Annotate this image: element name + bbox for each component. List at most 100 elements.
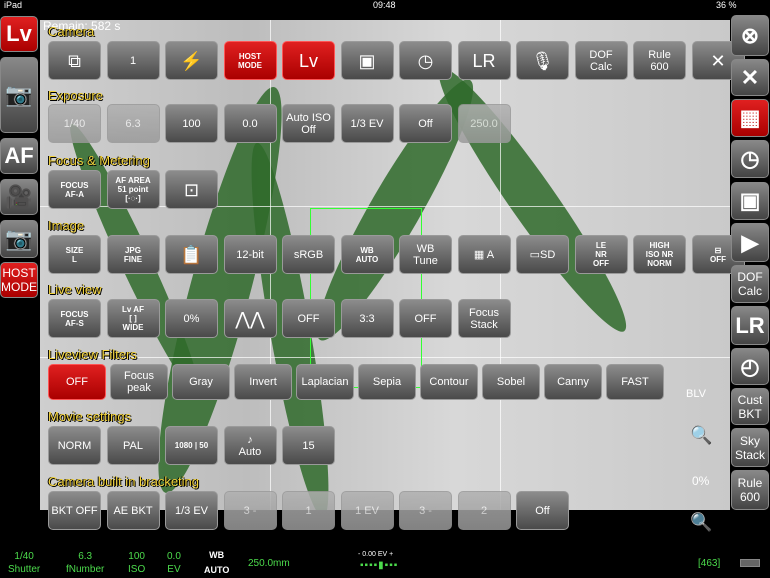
- close-side-button[interactable]: ⊗: [731, 15, 769, 56]
- zoom-percent-button[interactable]: 0%: [165, 299, 218, 338]
- button-label: OFF: [66, 376, 88, 388]
- lv-side-button[interactable]: Lv: [0, 16, 38, 52]
- gallery-button[interactable]: ▣: [340, 41, 394, 80]
- af-side-button[interactable]: AF: [0, 138, 38, 174]
- movie-side-button[interactable]: 🎥: [0, 179, 38, 215]
- color-space-button[interactable]: sRGB: [282, 235, 335, 274]
- movie-15-button[interactable]: 15: [282, 426, 335, 465]
- tools-side-button[interactable]: ✕: [731, 59, 769, 96]
- image-side-button[interactable]: ▣: [731, 182, 769, 220]
- bkt-1ev-button[interactable]: 1 EV: [340, 491, 394, 530]
- wb-button[interactable]: WB AUTO: [340, 235, 394, 274]
- host-mode-side-button[interactable]: HOST MODE: [0, 262, 38, 298]
- filter-fast-button[interactable]: FAST: [606, 364, 664, 400]
- play-side-button[interactable]: ▶: [731, 223, 769, 262]
- timer-side-button[interactable]: ◷: [731, 140, 769, 178]
- filter-gray-button[interactable]: Gray: [172, 364, 230, 400]
- timer2-side-button[interactable]: ◴: [731, 348, 769, 385]
- clipboard-icon: 📋: [180, 244, 203, 265]
- af-area-button[interactable]: AF AREA 51 point [·◌·]: [106, 170, 160, 209]
- lrtimelapse-button[interactable]: LR: [457, 41, 511, 80]
- filter-sobel-button[interactable]: Sobel: [482, 364, 540, 400]
- iso-button[interactable]: 100: [165, 104, 218, 143]
- grid-button[interactable]: 3:3: [340, 299, 394, 338]
- bkt-2-button[interactable]: 2: [457, 491, 511, 530]
- button-label: BKT OFF: [51, 504, 98, 517]
- bkt-3-button-2[interactable]: 3 -: [399, 491, 452, 530]
- filter-invert-button[interactable]: Invert: [234, 364, 292, 400]
- burst-button[interactable]: ⧉: [48, 41, 101, 80]
- section-label: Camera: [48, 24, 95, 39]
- button-label: 1: [129, 54, 137, 67]
- filter-laplacian-button[interactable]: Laplacian: [296, 364, 354, 400]
- rule600-side-button[interactable]: Rule 600: [731, 470, 769, 510]
- bkt-step-button[interactable]: 1/3 EV: [165, 491, 218, 530]
- focus-stack-button[interactable]: Focus Stack: [457, 299, 511, 338]
- focal-length-button[interactable]: 250.0: [457, 104, 511, 143]
- microphone-button[interactable]: 🎙: [516, 41, 569, 80]
- button-label: Rule 600: [648, 48, 671, 73]
- filter-contour-button[interactable]: Contour: [420, 364, 478, 400]
- filter-off-button[interactable]: OFF: [48, 364, 106, 400]
- bkt-3-button-1[interactable]: 3 -: [223, 491, 277, 530]
- count-button[interactable]: 1: [106, 41, 160, 80]
- ae-bkt-button[interactable]: AE BKT: [106, 491, 160, 530]
- metering-button[interactable]: ⊡: [165, 170, 218, 209]
- button-label: 15: [302, 439, 315, 452]
- lr-side-button[interactable]: LR: [731, 306, 769, 345]
- bkt-1-button[interactable]: 1: [282, 491, 335, 530]
- liveview-button[interactable]: Lv: [282, 41, 335, 80]
- exposure-off-button[interactable]: Off: [399, 104, 452, 143]
- lv-off-button-1[interactable]: OFF: [282, 299, 335, 338]
- dof-calc-button[interactable]: DOF Calc: [574, 41, 628, 80]
- camera2-side-button[interactable]: 📷: [0, 220, 38, 258]
- cust-bkt-side-button[interactable]: Cust BKT: [731, 388, 769, 425]
- button-label: NORM: [57, 439, 92, 452]
- high-iso-nr-button[interactable]: HIGH ISO NR NORM: [633, 235, 686, 274]
- zoom-in-icon[interactable]: 🔍: [690, 512, 712, 533]
- card-button[interactable]: ▭SD: [516, 235, 569, 274]
- burst-icon: ⧉: [68, 50, 81, 71]
- button-label: Contour: [429, 376, 469, 388]
- calendar-side-button[interactable]: ▦: [731, 99, 769, 137]
- video-mode-button[interactable]: PAL: [106, 426, 160, 465]
- bit-depth-button[interactable]: 12-bit: [223, 235, 277, 274]
- size-button[interactable]: SIZE L: [48, 235, 101, 274]
- ev-step-button[interactable]: 1/3 EV: [340, 104, 394, 143]
- quality-button[interactable]: JPG FINE: [106, 235, 160, 274]
- filter-focus-peak-button[interactable]: Focus peak: [110, 364, 168, 400]
- picture-control-button[interactable]: 📋: [165, 235, 218, 274]
- wb-tune-button[interactable]: WB Tune: [399, 235, 452, 274]
- focus-mode-button[interactable]: FOCUS AF-A: [48, 170, 101, 209]
- lv-af-button[interactable]: Lv AF [ ] WIDE: [106, 299, 160, 338]
- button-label: Off: [418, 117, 433, 130]
- dof-side-button[interactable]: DOF Calc: [731, 265, 769, 303]
- motion-button[interactable]: ⚡: [165, 41, 218, 80]
- host-mode-button[interactable]: HOST MODE: [223, 41, 277, 80]
- sky-stack-side-button[interactable]: Sky Stack: [731, 428, 769, 467]
- rule-600-button[interactable]: Rule 600: [633, 41, 686, 80]
- button-label: FAST: [621, 376, 649, 388]
- active-dlighting-button[interactable]: ▦ A: [457, 235, 511, 274]
- bkt-final-off-button[interactable]: Off: [516, 491, 569, 530]
- filter-sepia-button[interactable]: Sepia: [358, 364, 416, 400]
- aperture-button[interactable]: 6.3: [106, 104, 160, 143]
- camera-side-button[interactable]: 📷: [0, 57, 38, 133]
- audio-button[interactable]: ♪ Auto: [223, 426, 277, 465]
- timer-button[interactable]: ◷: [399, 41, 452, 80]
- zoom-out-icon[interactable]: 🔍: [690, 425, 712, 446]
- button-label: WB AUTO: [355, 245, 379, 264]
- resolution-button[interactable]: 1080 | 50: [165, 426, 218, 465]
- bkt-off-button[interactable]: BKT OFF: [48, 491, 101, 530]
- histogram-button[interactable]: ⋀⋀: [223, 299, 277, 338]
- ev-button[interactable]: 0.0: [223, 104, 277, 143]
- histogram-icon: ⋀⋀: [235, 308, 265, 329]
- lv-off-button-2[interactable]: OFF: [399, 299, 452, 338]
- le-nr-button[interactable]: LE NR OFF: [574, 235, 628, 274]
- filter-canny-button[interactable]: Canny: [544, 364, 602, 400]
- movie-quality-button[interactable]: NORM: [48, 426, 101, 465]
- auto-iso-button[interactable]: Auto ISO Off: [282, 104, 335, 143]
- lv-focus-button[interactable]: FOCUS AF-S: [48, 299, 101, 338]
- shutter-button[interactable]: 1/40: [48, 104, 101, 143]
- section-label: Focus & Metering: [48, 153, 150, 168]
